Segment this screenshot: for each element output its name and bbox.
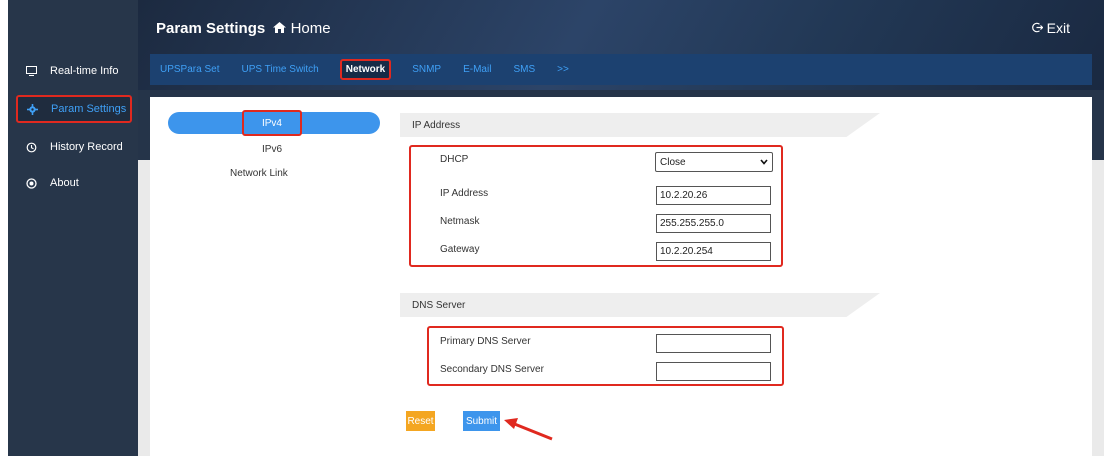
chevron-down-icon [760, 157, 768, 168]
tab-network[interactable]: Network [339, 59, 392, 80]
sidebar-brand [8, 0, 138, 54]
tab-bar: UPSPara Set UPS Time Switch Network SNMP… [150, 54, 1092, 85]
section-title: DNS Server [412, 299, 466, 311]
tab-upspara-set[interactable]: UPSPara Set [160, 64, 219, 75]
sidebar-item-param-settings[interactable]: Param Settings [16, 95, 132, 123]
primary-dns-label: Primary DNS Server [440, 336, 531, 347]
sidebar-item-label: Real-time Info [50, 65, 119, 77]
home-link[interactable]: Home [291, 20, 331, 37]
page-title: Param Settings Home [156, 20, 331, 37]
netmask-label: Netmask [440, 216, 480, 227]
history-icon [24, 142, 38, 153]
exit-label: Exit [1046, 20, 1070, 36]
tab-email[interactable]: E-Mail [463, 64, 491, 75]
dns-server-section-header: DNS Server [400, 293, 880, 317]
exit-icon [1031, 20, 1047, 36]
home-icon [273, 20, 290, 37]
ip-address-input[interactable] [656, 186, 771, 205]
dhcp-select-value: Close [660, 156, 686, 168]
primary-dns-input[interactable] [656, 334, 771, 353]
tab-ups-time-switch[interactable]: UPS Time Switch [241, 64, 318, 75]
sidebar-item-label: About [50, 177, 79, 189]
submit-button[interactable]: Submit [463, 411, 500, 431]
monitor-icon [24, 66, 38, 76]
gateway-label: Gateway [440, 244, 480, 255]
sidebar-item-label: Param Settings [51, 103, 127, 115]
subnav-network-link[interactable]: Network Link [230, 168, 288, 179]
reset-button[interactable]: Reset [406, 411, 435, 431]
sidebar-item-about[interactable]: About [8, 170, 138, 196]
gateway-input[interactable] [656, 242, 771, 261]
tab-more[interactable]: >> [557, 64, 569, 75]
sidebar: Real-time Info Param Settings History Re… [8, 0, 138, 456]
info-icon [24, 177, 38, 189]
subnav-ipv6[interactable]: IPv6 [262, 144, 282, 155]
secondary-dns-label: Secondary DNS Server [440, 364, 544, 375]
page-title-text: Param Settings [156, 20, 266, 37]
ip-address-section-header: IP Address [400, 113, 880, 137]
subnav-ipv4[interactable]: IPv4 [242, 110, 302, 136]
sidebar-item-history-record[interactable]: History Record [8, 134, 138, 160]
tab-sms[interactable]: SMS [513, 64, 535, 75]
sidebar-item-realtime-info[interactable]: Real-time Info [8, 58, 138, 84]
exit-button[interactable]: Exit [1031, 20, 1070, 36]
annotation-arrow-icon [504, 418, 553, 441]
tab-snmp[interactable]: SNMP [412, 64, 441, 75]
dhcp-select[interactable]: Close [655, 152, 773, 172]
netmask-input[interactable] [656, 214, 771, 233]
ip-address-label: IP Address [440, 188, 489, 199]
section-title: IP Address [412, 119, 461, 131]
sidebar-item-label: History Record [50, 141, 123, 153]
dhcp-label: DHCP [440, 154, 469, 165]
secondary-dns-input[interactable] [656, 362, 771, 381]
gear-icon [25, 103, 39, 115]
